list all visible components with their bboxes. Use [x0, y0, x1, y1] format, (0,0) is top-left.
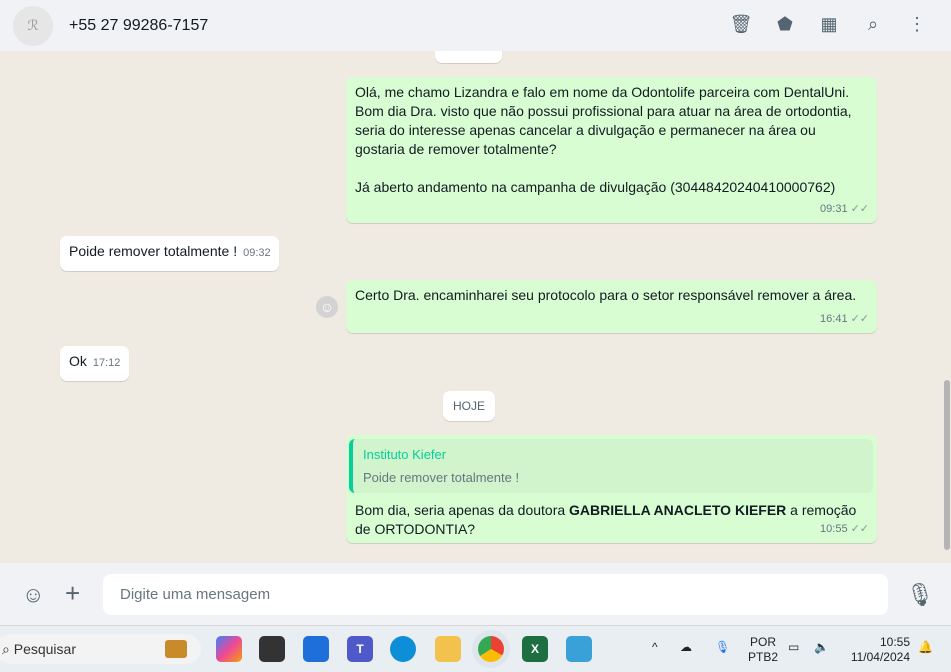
notification-bell-icon[interactable]: 🔔	[918, 640, 933, 655]
excel-icon[interactable]: X	[522, 636, 548, 662]
delete-icon[interactable]: 🗑	[729, 12, 753, 36]
message-text: Ok	[69, 353, 87, 369]
scrollbar[interactable]	[942, 51, 951, 563]
double-check-icon: ✓✓	[850, 203, 869, 215]
message-text: Já aberto andamento na campanha de divul…	[355, 179, 836, 195]
message-time: 09:32	[243, 247, 271, 259]
message-text: Certo Dra. encaminharei seu protocolo pa…	[355, 287, 857, 303]
message-outgoing-reply: Instituto Kiefer Poide remover totalment…	[346, 435, 877, 543]
microphone-tray-icon[interactable]: 🎙	[715, 640, 730, 655]
attach-plus-icon[interactable]: +	[65, 578, 80, 609]
copilot-icon[interactable]	[216, 636, 242, 662]
volume-icon[interactable]: 🔈	[814, 640, 829, 655]
message-time: 10:55	[820, 523, 848, 535]
notepad-icon[interactable]	[566, 636, 592, 662]
message-input[interactable]: Digite uma mensagem	[103, 574, 888, 615]
clock[interactable]: 10:55 11/04/2024	[846, 635, 910, 665]
message-list: Olá, me chamo Lizandra e falo em nome da…	[0, 51, 942, 563]
chrome-icon[interactable]	[478, 636, 504, 662]
search-icon[interactable]: ⌕	[861, 12, 885, 36]
briefcase-icon	[165, 640, 187, 658]
microphone-icon[interactable]: 🎙	[906, 582, 934, 608]
compose-bar: ☺ + Digite uma mensagem 🎙	[0, 563, 951, 625]
task-view-icon[interactable]	[259, 636, 285, 662]
emoji-icon[interactable]: ☺	[22, 582, 44, 608]
message-text: Olá, me chamo Lizandra e falo em nome da…	[355, 84, 852, 157]
message-outgoing: Olá, me chamo Lizandra e falo em nome da…	[346, 77, 877, 223]
quoted-text: Poide remover totalmente !	[363, 470, 520, 485]
network-icon[interactable]: ▭	[788, 640, 799, 655]
message-time: 09:31	[820, 203, 848, 215]
show-hidden-icons[interactable]: ^	[652, 640, 658, 655]
message-incoming: Ok 17:12	[60, 346, 130, 381]
message-text: Poide remover totalmente !	[69, 243, 238, 259]
file-explorer-icon[interactable]	[435, 636, 461, 662]
onedrive-offline-icon[interactable]: ☁	[680, 640, 692, 655]
double-check-icon: ✓✓	[850, 523, 869, 535]
date-chip: HOJE	[443, 391, 495, 421]
message-time: 17:12	[92, 357, 121, 369]
menu-icon[interactable]: ⋮	[905, 12, 929, 36]
shop-icon[interactable]: ▦	[817, 12, 841, 36]
message-time: 16:41	[820, 313, 848, 325]
emoji-reaction-icon[interactable]: ☺	[316, 296, 338, 318]
double-check-icon: ✓✓	[850, 313, 869, 325]
message-outgoing: Certo Dra. encaminharei seu protocolo pa…	[346, 280, 877, 333]
chat-header: ℛ +55 27 99286-7157 🗑 ⬟ ▦ ⌕ ⋮	[0, 0, 951, 51]
store-icon[interactable]	[303, 636, 329, 662]
language-indicator[interactable]: POR PTB2	[748, 635, 778, 665]
search-icon: ⌕	[2, 640, 14, 657]
date-chip-partial	[435, 51, 502, 63]
quoted-message[interactable]: Instituto Kiefer Poide remover totalment…	[349, 439, 873, 493]
edge-icon[interactable]	[390, 636, 416, 662]
windows-taskbar: ⌕ Pesquisar T X ^ ☁ 🎙 POR PTB2 ▭ 🔈 10:55 1…	[0, 625, 951, 672]
taskbar-search[interactable]: ⌕ Pesquisar	[0, 634, 201, 664]
label-icon[interactable]: ⬟	[773, 12, 797, 36]
message-incoming: Poide remover totalmente ! 09:32	[60, 236, 279, 271]
teams-icon[interactable]: T	[347, 636, 373, 662]
quoted-author: Instituto Kiefer	[363, 447, 447, 462]
contact-name[interactable]: +55 27 99286-7157	[69, 17, 208, 35]
avatar[interactable]: ℛ	[13, 5, 53, 46]
message-text: Bom dia, seria apenas da doutora GABRIEL…	[355, 502, 857, 537]
